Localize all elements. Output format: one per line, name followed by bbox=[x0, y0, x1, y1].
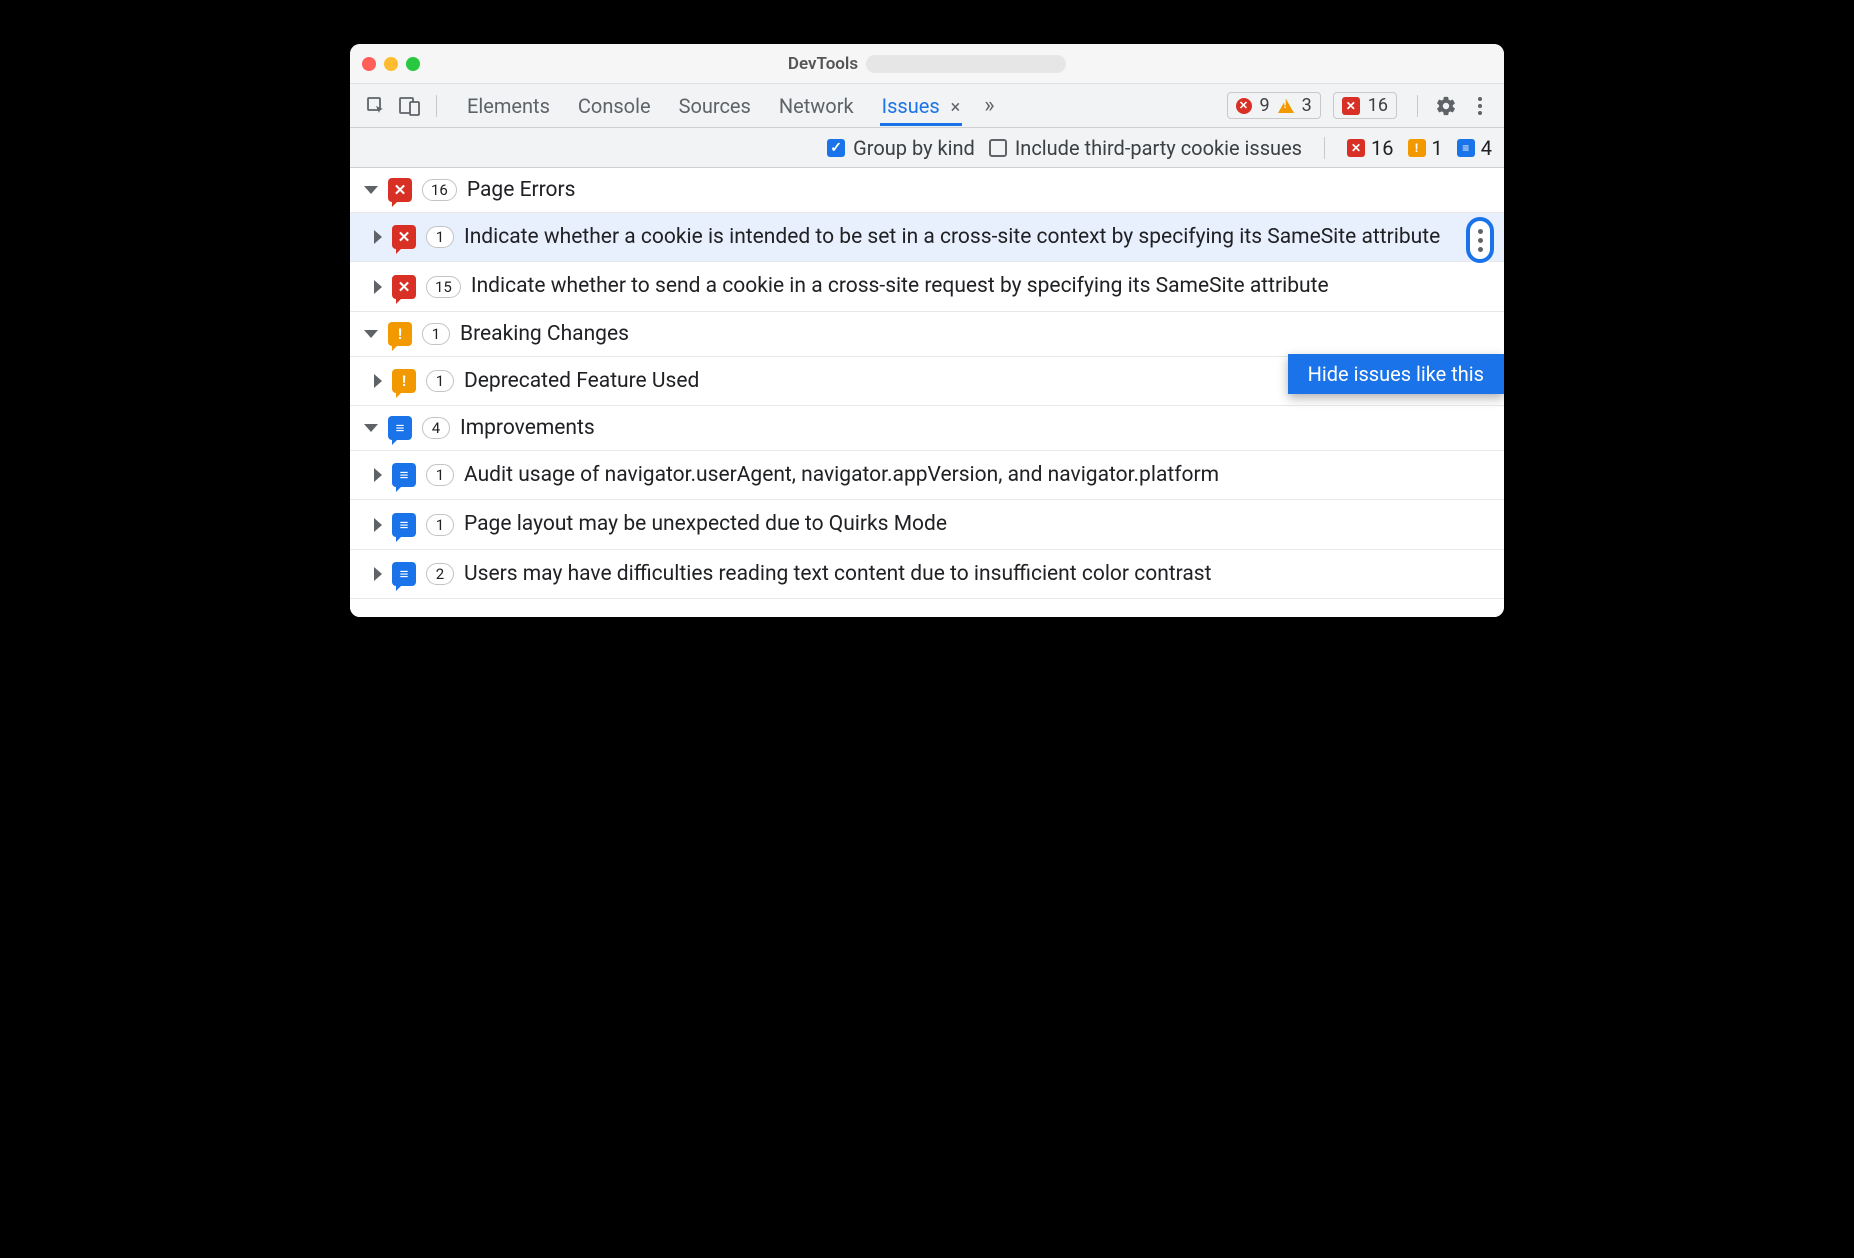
include-third-party-label: Include third-party cookie issues bbox=[1015, 136, 1302, 160]
tab-network[interactable]: Network bbox=[777, 86, 856, 126]
issue-text: Audit usage of navigator.userAgent, navi… bbox=[464, 461, 1490, 489]
issue-count: 15 bbox=[426, 276, 461, 298]
window-title-url-pill bbox=[866, 55, 1066, 73]
issue-count: 1 bbox=[426, 514, 454, 536]
inspect-icon[interactable] bbox=[362, 92, 390, 120]
hide-issues-label: Hide issues like this bbox=[1308, 362, 1484, 386]
warning-bubble-icon: ! bbox=[392, 369, 416, 393]
chevron-right-icon bbox=[374, 468, 382, 482]
titlebar: DevTools bbox=[350, 44, 1504, 84]
error-issues-counter[interactable]: ✕ 16 bbox=[1347, 136, 1393, 160]
devtools-window: DevTools Elements Console Sources Networ… bbox=[350, 44, 1504, 617]
category-count: 1 bbox=[422, 323, 450, 345]
info-bubble-icon: ≡ bbox=[392, 562, 416, 586]
category-count: 16 bbox=[422, 179, 457, 201]
minimize-window-button[interactable] bbox=[384, 57, 398, 71]
kebab-icon[interactable] bbox=[1466, 92, 1494, 120]
issue-row[interactable]: ✕ 1 Indicate whether a cookie is intende… bbox=[350, 213, 1504, 262]
issue-text: Indicate whether to send a cookie in a c… bbox=[471, 272, 1490, 300]
error-badge-icon: ✕ bbox=[1342, 97, 1360, 115]
more-tabs-icon[interactable]: » bbox=[984, 93, 994, 118]
console-status-counter[interactable]: ✕ 9 3 bbox=[1227, 92, 1321, 119]
warning-issues-counter[interactable]: ! 1 bbox=[1408, 136, 1443, 160]
chevron-right-icon bbox=[374, 230, 382, 244]
error-count: 9 bbox=[1260, 95, 1270, 116]
tab-sources[interactable]: Sources bbox=[677, 86, 753, 126]
group-by-kind-checkbox[interactable]: Group by kind bbox=[827, 136, 975, 160]
issue-row[interactable]: ≡ 2 Users may have difficulties reading … bbox=[350, 550, 1504, 599]
category-page-errors[interactable]: ✕ 16 Page Errors bbox=[350, 168, 1504, 213]
main-toolbar: Elements Console Sources Network Issues … bbox=[350, 84, 1504, 128]
close-icon[interactable]: × bbox=[951, 97, 961, 118]
issues-count: 16 bbox=[1368, 95, 1388, 116]
traffic-lights bbox=[350, 57, 420, 71]
warning-badge-icon: ! bbox=[1408, 139, 1426, 157]
category-breaking-changes[interactable]: ! 1 Breaking Changes bbox=[350, 312, 1504, 357]
separator bbox=[436, 95, 437, 117]
group-by-kind-label: Group by kind bbox=[853, 136, 975, 160]
checkbox-checked-icon bbox=[827, 139, 845, 157]
issues-panel: ✕ 16 Page Errors ✕ 1 Indicate whether a … bbox=[350, 168, 1504, 617]
category-count: 4 bbox=[422, 417, 450, 439]
info-bubble-icon: ≡ bbox=[392, 513, 416, 537]
tab-issues-label: Issues bbox=[882, 94, 940, 118]
warning-issues-count: 1 bbox=[1432, 136, 1443, 160]
device-toolbar-icon[interactable] bbox=[396, 92, 424, 120]
zoom-window-button[interactable] bbox=[406, 57, 420, 71]
chevron-down-icon bbox=[364, 424, 378, 432]
chevron-right-icon bbox=[374, 374, 382, 388]
chevron-right-icon bbox=[374, 567, 382, 581]
issues-counter[interactable]: ✕ 16 bbox=[1333, 92, 1397, 119]
issue-text: Indicate whether a cookie is intended to… bbox=[464, 223, 1490, 251]
issue-count: 1 bbox=[426, 226, 454, 248]
issue-text: Page layout may be unexpected due to Qui… bbox=[464, 510, 1490, 538]
separator bbox=[1417, 95, 1418, 117]
window-title: DevTools bbox=[788, 54, 1066, 74]
tab-elements[interactable]: Elements bbox=[465, 86, 552, 126]
gear-icon[interactable] bbox=[1432, 92, 1460, 120]
info-badge-icon: ≡ bbox=[1457, 139, 1475, 157]
chevron-right-icon bbox=[374, 280, 382, 294]
issue-count: 1 bbox=[426, 464, 454, 486]
issue-text: Users may have difficulties reading text… bbox=[464, 560, 1490, 588]
close-window-button[interactable] bbox=[362, 57, 376, 71]
category-label: Breaking Changes bbox=[460, 322, 629, 346]
info-bubble-icon: ≡ bbox=[388, 416, 412, 440]
warning-count: 3 bbox=[1302, 95, 1312, 116]
error-bubble-icon: ✕ bbox=[388, 178, 412, 202]
warning-bubble-icon: ! bbox=[388, 322, 412, 346]
chevron-down-icon bbox=[364, 330, 378, 338]
tab-issues[interactable]: Issues × bbox=[880, 86, 963, 126]
error-bubble-icon: ✕ bbox=[392, 225, 416, 249]
issue-row[interactable]: ≡ 1 Page layout may be unexpected due to… bbox=[350, 500, 1504, 549]
category-improvements[interactable]: ≡ 4 Improvements bbox=[350, 406, 1504, 451]
info-issues-counter[interactable]: ≡ 4 bbox=[1457, 136, 1492, 160]
error-bubble-icon: ✕ bbox=[392, 275, 416, 299]
tab-console[interactable]: Console bbox=[576, 86, 653, 126]
issue-menu-button[interactable] bbox=[1466, 217, 1494, 263]
issue-row[interactable]: ≡ 1 Audit usage of navigator.userAgent, … bbox=[350, 451, 1504, 500]
checkbox-unchecked-icon bbox=[989, 139, 1007, 157]
separator bbox=[1324, 137, 1325, 159]
hide-issues-menu-item[interactable]: Hide issues like this bbox=[1288, 354, 1504, 394]
error-issues-count: 16 bbox=[1371, 136, 1393, 160]
window-title-text: DevTools bbox=[788, 54, 858, 74]
issue-count: 2 bbox=[426, 563, 454, 585]
info-issues-count: 4 bbox=[1481, 136, 1492, 160]
chevron-down-icon bbox=[364, 186, 378, 194]
warning-icon bbox=[1278, 99, 1294, 113]
error-badge-icon: ✕ bbox=[1347, 139, 1365, 157]
category-label: Page Errors bbox=[467, 178, 576, 202]
chevron-right-icon bbox=[374, 518, 382, 532]
issue-count: 1 bbox=[426, 370, 454, 392]
info-bubble-icon: ≡ bbox=[392, 463, 416, 487]
category-label: Improvements bbox=[460, 416, 595, 440]
panel-tabs: Elements Console Sources Network Issues … bbox=[465, 86, 962, 126]
issues-toolbar: Group by kind Include third-party cookie… bbox=[350, 128, 1504, 168]
issue-row[interactable]: ✕ 15 Indicate whether to send a cookie i… bbox=[350, 262, 1504, 311]
include-third-party-checkbox[interactable]: Include third-party cookie issues bbox=[989, 136, 1302, 160]
error-icon: ✕ bbox=[1236, 98, 1252, 114]
